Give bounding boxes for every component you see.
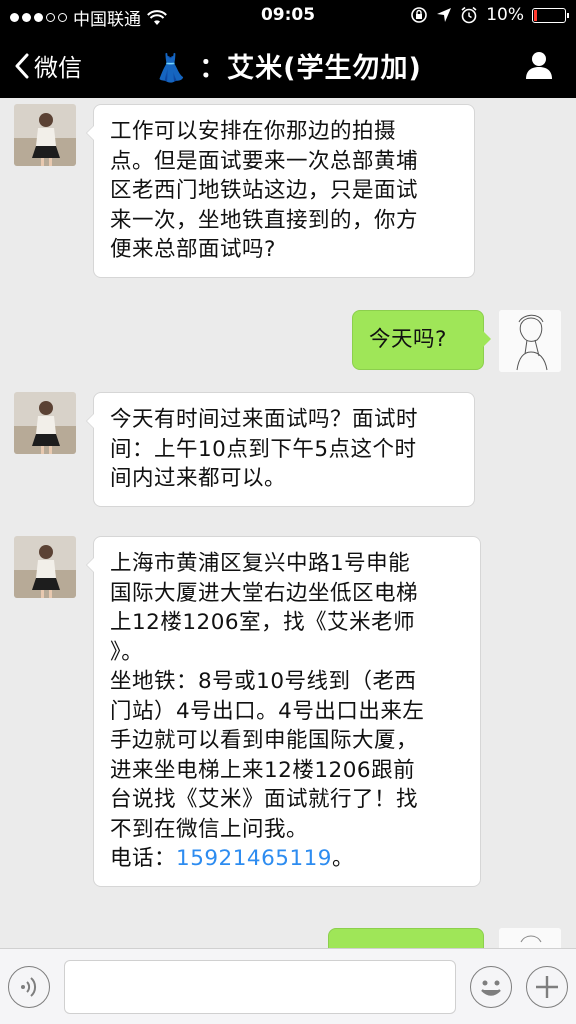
- message-bubble[interactable]: 上海市黄浦区复兴中路1号申能 国际大厦进大堂右边坐低区电梯 上12楼1206室，…: [86, 536, 481, 887]
- message-line: 工作可以安排在你那边的拍摄: [110, 119, 397, 144]
- phone-number-link[interactable]: 15921465119: [176, 846, 332, 871]
- sketch-portrait-icon: [499, 310, 561, 372]
- location-icon: [437, 8, 452, 22]
- contact-photo-icon: [14, 392, 76, 454]
- contact-photo-icon: [14, 536, 76, 598]
- message-line: 间内过来都可以。: [110, 466, 287, 491]
- message-line: 点。但是面试要来一次总部黄埔: [110, 148, 419, 174]
- smiley-icon: [481, 980, 501, 996]
- my-avatar[interactable]: [499, 928, 561, 948]
- rotation-lock-icon: [411, 7, 428, 23]
- contact-avatar[interactable]: [14, 536, 76, 598]
- message-line: 手边就可以看到申能国际大厦，: [110, 728, 419, 753]
- contact-avatar[interactable]: [14, 104, 76, 166]
- voice-icon: [21, 977, 37, 997]
- battery-percent: 10%: [486, 5, 524, 25]
- message-bubble[interactable]: 今天有时间过来面试吗？面试时 间：上午10点到下午5点这个时 间内过来都可以。: [86, 392, 475, 507]
- message-line: 区老西门地铁站这边，只是面试: [110, 178, 419, 203]
- phone-suffix: 。: [331, 846, 354, 871]
- voice-button[interactable]: [8, 966, 50, 1008]
- input-bar: [0, 948, 576, 1024]
- message-line: 间：上午10点到下午5点这个时: [110, 436, 417, 462]
- message-line: 上12楼1206室，找《艾米老师: [110, 610, 416, 635]
- message-bubble-sent[interactable]: 今天吗?: [352, 310, 491, 370]
- message-line: 台说找《艾米》面试就行了！找: [110, 787, 419, 812]
- contact-photo-icon: [14, 104, 76, 166]
- contact-avatar[interactable]: [14, 392, 76, 454]
- message-line: 坐地铁：8号或10号线到（老西: [110, 669, 417, 694]
- chat-title: 👗 ：艾米(学生勿加): [0, 46, 576, 85]
- dress-icon: 👗: [154, 53, 189, 84]
- profile-button[interactable]: [524, 50, 554, 84]
- message-input[interactable]: [64, 960, 456, 1014]
- message-line: 》。: [110, 639, 144, 665]
- message-line: 今天有时间过来面试吗？面试时: [110, 407, 419, 432]
- sketch-portrait-icon: [499, 928, 561, 948]
- navigation-bar: 微信 👗 ：艾米(学生勿加): [0, 32, 576, 98]
- my-avatar[interactable]: [499, 310, 561, 372]
- emoji-button[interactable]: [470, 966, 512, 1008]
- status-bar: 中国联通 09:05 10%: [0, 0, 576, 32]
- message-line: 来一次，坐地铁直接到的，你方: [110, 207, 419, 233]
- message-bubble-sent-partial[interactable]: [328, 928, 484, 948]
- plus-icon: [536, 976, 558, 998]
- message-bubble[interactable]: 工作可以安排在你那边的拍摄 点。但是面试要来一次总部黄埔 区老西门地铁站这边，只…: [86, 104, 475, 278]
- top-bar: 中国联通 09:05 10% 微信 👗 ：艾米(学生勿加): [0, 0, 576, 98]
- message-line: 国际大厦进大堂右边坐低区电梯: [110, 580, 419, 606]
- phone-line: 电话：15921465119。: [110, 844, 466, 874]
- message-line: 不到在微信上问我。: [110, 816, 309, 842]
- person-icon: [526, 52, 552, 79]
- battery-icon: [532, 7, 569, 23]
- message-line: 进来坐电梯上来12楼1206跟前: [110, 757, 416, 783]
- contact-name: ：艾米(学生勿加): [199, 53, 422, 84]
- more-button[interactable]: [526, 966, 568, 1008]
- message-line: 今天吗?: [369, 327, 447, 352]
- message-line: 门站）4号出口。4号出口出来左: [110, 698, 425, 724]
- alarm-icon: [461, 6, 477, 24]
- message-line: 便来总部面试吗?: [110, 237, 276, 262]
- message-list[interactable]: 工作可以安排在你那边的拍摄 点。但是面试要来一次总部黄埔 区老西门地铁站这边，只…: [0, 98, 576, 948]
- phone-label: 电话：: [110, 846, 177, 871]
- message-line: 上海市黄浦区复兴中路1号申能: [110, 551, 411, 576]
